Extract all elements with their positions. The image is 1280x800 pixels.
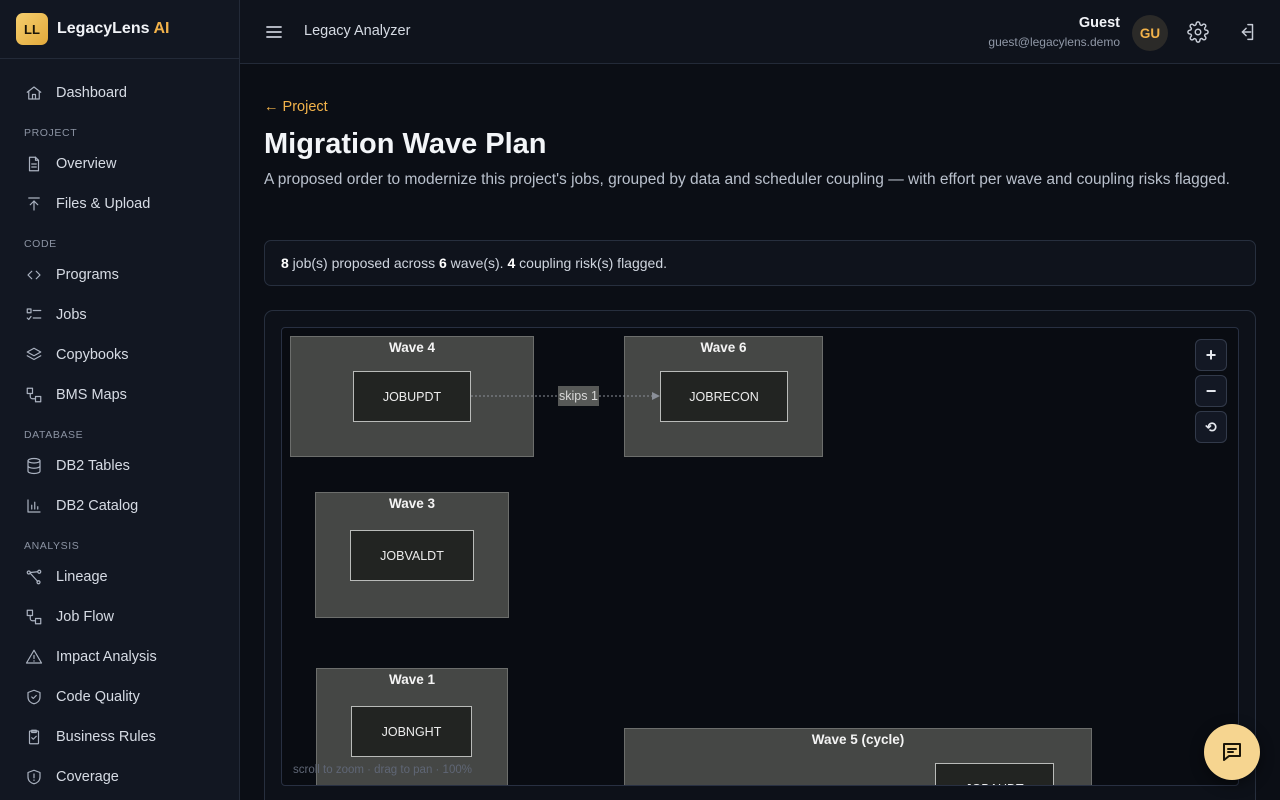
- back-link[interactable]: ← Project: [264, 99, 328, 115]
- nav-section-code: CODE: [24, 238, 57, 250]
- sidebar-item-impact-analysis[interactable]: Impact Analysis: [0, 637, 239, 677]
- sidebar-item-label: Business Rules: [56, 729, 156, 745]
- dependency-edge: [471, 392, 660, 400]
- workflow-icon: [24, 385, 44, 405]
- summary-banner: 8 job(s) proposed across 6 wave(s). 4 co…: [264, 240, 1256, 286]
- gear-icon[interactable]: [1187, 21, 1209, 43]
- edge-label: skips 1: [558, 386, 599, 406]
- sidebar-item-db2-tables[interactable]: DB2 Tables: [0, 446, 239, 486]
- user-name: Guest: [1078, 15, 1120, 31]
- sidebar-item-job-flow[interactable]: Job Flow: [0, 597, 239, 637]
- sidebar-item-label: Files & Upload: [56, 196, 151, 212]
- sidebar-item-business-rules[interactable]: Business Rules: [0, 717, 239, 757]
- avatar[interactable]: GU: [1132, 15, 1168, 51]
- sidebar-item-label: BMS Maps: [56, 387, 127, 403]
- summary-waves-count: 6: [438, 255, 447, 271]
- logout-icon[interactable]: [1236, 21, 1258, 43]
- brand-name-text: LegacyLens: [57, 20, 150, 37]
- nav-section-project: PROJECT: [24, 127, 78, 139]
- summary-text: job(s) proposed across: [288, 255, 439, 271]
- home-icon: [24, 83, 44, 103]
- brand-suffix: AI: [153, 20, 170, 37]
- brand[interactable]: LL LegacyLens AI: [0, 0, 239, 59]
- page-description: A proposed order to modernize this proje…: [264, 171, 1230, 188]
- sidebar-item-label: Coverage: [56, 769, 119, 785]
- layers-icon: [24, 345, 44, 365]
- sidebar-item-jobs[interactable]: Jobs: [0, 295, 239, 335]
- sidebar-item-label: Copybooks: [56, 347, 129, 363]
- nav-section-database: DATABASE: [24, 429, 84, 441]
- clipboard-check-icon: [24, 727, 44, 747]
- share-nodes-icon: [24, 567, 44, 587]
- zoom-out-button[interactable]: −: [1195, 375, 1227, 407]
- shield-alert-icon: [24, 767, 44, 787]
- warning-icon: [24, 647, 44, 667]
- sidebar-item-label: Overview: [56, 156, 117, 172]
- bar-chart-icon: [24, 496, 44, 516]
- summary-text: coupling risk(s) flagged.: [515, 255, 668, 271]
- summary-jobs-count: 8: [281, 255, 289, 271]
- sidebar-item-lineage[interactable]: Lineage: [0, 557, 239, 597]
- page-title: Migration Wave Plan: [264, 128, 547, 160]
- code-icon: [24, 265, 44, 285]
- sidebar-item-overview[interactable]: Overview: [0, 144, 239, 184]
- sidebar-item-bms-maps[interactable]: BMS Maps: [0, 375, 239, 415]
- sidebar-item-files[interactable]: Files & Upload: [0, 184, 239, 224]
- shield-check-icon: [24, 687, 44, 707]
- sidebar-item-label: DB2 Catalog: [56, 498, 139, 514]
- chat-icon: [1223, 743, 1241, 761]
- sidebar-item-label: Jobs: [56, 307, 87, 323]
- sidebar: LL LegacyLens AI Dashboard PROJECT Overvi…: [0, 0, 240, 800]
- summary-text: wave(s).: [446, 255, 508, 271]
- workflow-icon: [24, 607, 44, 627]
- sidebar-item-label: Lineage: [56, 569, 108, 585]
- zoom-in-button[interactable]: +: [1195, 339, 1227, 371]
- database-icon: [24, 456, 44, 476]
- user-email: guest@legacylens.demo: [988, 35, 1120, 49]
- sidebar-item-label: DB2 Tables: [56, 458, 130, 474]
- list-checks-icon: [24, 305, 44, 325]
- sidebar-item-coverage[interactable]: Coverage: [0, 757, 239, 797]
- sidebar-nav: Dashboard PROJECT Overview Files & Uploa…: [0, 59, 239, 797]
- sidebar-item-label: Programs: [56, 267, 119, 283]
- brand-logo: LL: [16, 13, 48, 45]
- canvas-hint: scroll to zoom · drag to pan · 100%: [293, 764, 472, 776]
- nav-section-analysis: ANALYSIS: [24, 540, 80, 552]
- topbar: Legacy Analyzer Guest guest@legacylens.d…: [240, 0, 1280, 64]
- document-icon: [24, 154, 44, 174]
- sidebar-item-label: Job Flow: [56, 609, 115, 625]
- sidebar-item-programs[interactable]: Programs: [0, 255, 239, 295]
- sidebar-item-copybooks[interactable]: Copybooks: [0, 335, 239, 375]
- sidebar-item-db2-catalog[interactable]: DB2 Catalog: [0, 486, 239, 526]
- brand-name: LegacyLens AI: [57, 20, 169, 38]
- sidebar-item-code-quality[interactable]: Code Quality: [0, 677, 239, 717]
- chat-button[interactable]: [1204, 724, 1260, 780]
- upload-icon: [24, 194, 44, 214]
- sidebar-item-label: Impact Analysis: [56, 649, 157, 665]
- app-title: Legacy Analyzer: [304, 23, 411, 39]
- sidebar-item-label: Code Quality: [56, 689, 140, 705]
- sidebar-item-label: Dashboard: [56, 85, 127, 101]
- reset-view-button[interactable]: ⟲: [1195, 411, 1227, 443]
- menu-icon[interactable]: [264, 22, 284, 42]
- sidebar-item-dashboard[interactable]: Dashboard: [0, 73, 239, 113]
- wave-graph-canvas[interactable]: Wave 4 JOBUPDT Wave 6 JOBRECON Wave 3 JO…: [281, 327, 1239, 786]
